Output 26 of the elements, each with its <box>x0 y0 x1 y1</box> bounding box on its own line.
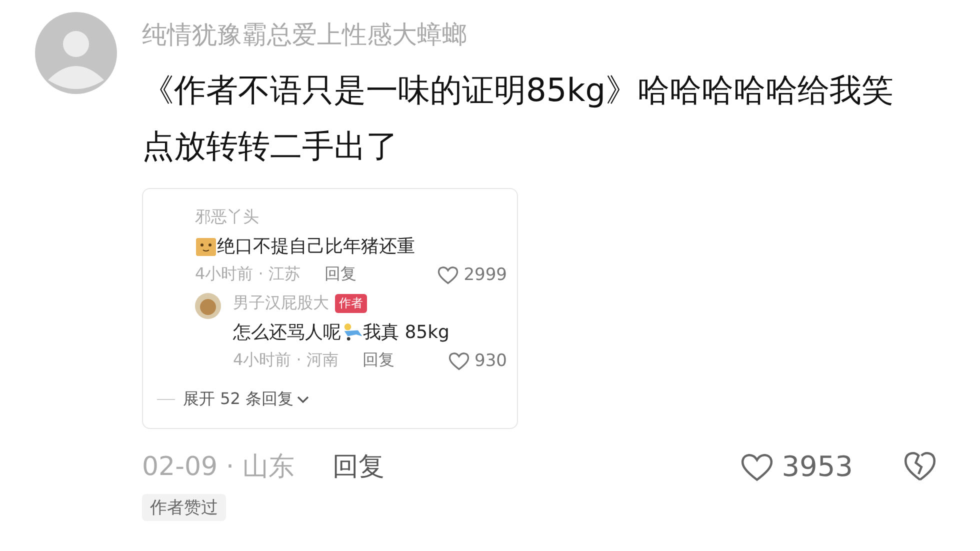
expand-replies-link[interactable]: 展开 52 条回复 <box>183 389 294 410</box>
cat-face-icon <box>195 235 217 257</box>
avatar-icon <box>195 293 221 319</box>
reply-text: 绝口不提自己比年猪还重 <box>217 235 415 258</box>
reply-time-location: 4小时前 · 江苏 <box>195 264 300 285</box>
author-tag: 作者 <box>335 294 367 313</box>
like-count: 2999 <box>464 264 507 284</box>
chevron-down-icon[interactable] <box>296 394 310 404</box>
broken-heart-icon[interactable] <box>903 450 937 484</box>
author-liked-tag: 作者赞过 <box>142 494 226 521</box>
reply-author: 邪恶丫头 <box>195 207 259 228</box>
comment-text: 《作者不语只是一味的证明85kg》哈哈哈哈哈给我笑点放转转二手出了 <box>142 70 895 167</box>
avatar-icon <box>35 12 117 94</box>
comment-time-location: 02-09 · 山东 <box>142 451 294 484</box>
heart-icon[interactable] <box>436 264 459 284</box>
reply-text: 怎么还骂人呢 <box>233 321 341 344</box>
reply-link[interactable]: 回复 <box>362 350 394 371</box>
reply-link[interactable]: 回复 <box>324 264 356 285</box>
like-count: 3953 <box>782 450 853 483</box>
reply-time-location: 4小时前 · 河南 <box>233 350 338 371</box>
reply-text: 我真 85kg <box>363 321 450 344</box>
reply-author: 男子汉屁股大 <box>233 293 329 314</box>
heart-icon[interactable] <box>448 350 470 370</box>
like-count: 930 <box>474 350 507 370</box>
reply-link[interactable]: 回复 <box>332 449 384 484</box>
author-name: 纯情犹豫霸总爱上性感大蟑螂 <box>142 20 467 50</box>
